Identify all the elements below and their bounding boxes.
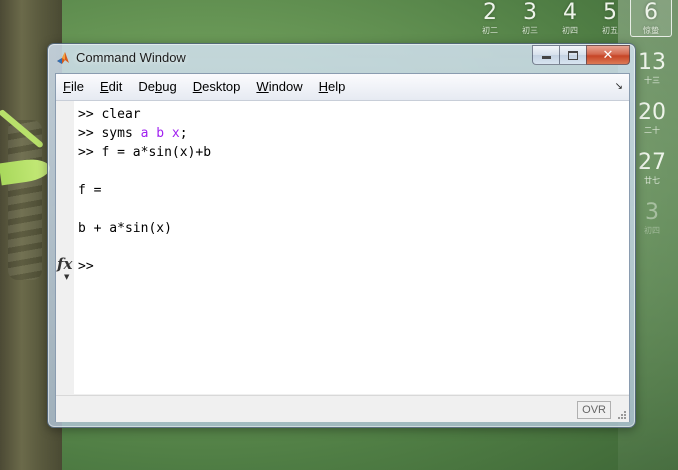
calendar-day[interactable]: 2 初二 <box>470 0 510 37</box>
menu-label: ug <box>162 79 177 94</box>
calendar-day[interactable]: 20 二十 <box>632 100 672 136</box>
calendar-day-number: 27 <box>638 150 666 175</box>
calendar-lunar-label: 二十 <box>644 126 660 135</box>
matlab-logo-icon <box>57 52 69 64</box>
resize-grip-icon[interactable] <box>617 410 627 420</box>
prompt: >> <box>78 145 102 160</box>
menu-help[interactable]: Help <box>311 74 354 100</box>
calendar-day-number: 6 <box>644 0 658 25</box>
menu-label: elp <box>328 79 346 94</box>
menu-label: indow <box>268 79 303 94</box>
calendar-gadget-top-row: 2 初二 3 初三 4 初四 5 初五 6 惊蛰 <box>470 0 672 37</box>
menu-label: esktop <box>202 79 241 94</box>
command-args: a b x <box>140 126 180 141</box>
calendar-day[interactable]: 4 初四 <box>550 0 590 37</box>
menu-edit[interactable]: Edit <box>92 74 130 100</box>
menu-file[interactable]: File <box>56 74 92 100</box>
minimize-icon <box>541 56 551 59</box>
calendar-day-number: 2 <box>483 0 497 25</box>
window-client-area: File Edit Debug Desktop Window Help ↘ fx… <box>55 73 630 422</box>
console-gutter: fx ▼ <box>56 101 74 394</box>
current-prompt[interactable]: >> <box>78 257 94 276</box>
function-browser-icon[interactable]: fx <box>57 255 72 273</box>
menu-accelerator: E <box>99 79 109 94</box>
minimize-button[interactable] <box>532 45 559 65</box>
dropdown-arrow-icon: ▼ <box>64 273 70 281</box>
calendar-lunar-label: 廿七 <box>644 176 660 185</box>
calendar-lunar-label: 初五 <box>602 26 618 35</box>
maximize-icon <box>568 50 578 60</box>
console-line: >> clear <box>78 105 141 124</box>
command-text: f = a*sin(x)+b <box>101 145 212 160</box>
calendar-day[interactable]: 13 十三 <box>632 50 672 86</box>
close-icon: ✕ <box>602 47 614 63</box>
command-text: syms <box>101 126 141 141</box>
console-line: >> syms a b x; <box>78 124 188 143</box>
calendar-day[interactable]: 3 初三 <box>510 0 550 37</box>
calendar-lunar-label: 惊蛰 <box>643 26 659 35</box>
menu-accelerator: H <box>318 79 329 94</box>
calendar-lunar-label: 初三 <box>522 26 538 35</box>
calendar-lunar-label: 初四 <box>644 226 660 235</box>
calendar-day-number: 3 <box>523 0 537 25</box>
command-console[interactable]: >> clear >> syms a b x; >> f = a*sin(x)+… <box>74 101 629 394</box>
calendar-lunar-label: 十三 <box>644 76 660 85</box>
calendar-lunar-label: 初二 <box>482 26 498 35</box>
result-name: f = <box>78 183 102 198</box>
calendar-day-number: 13 <box>638 50 666 75</box>
prompt: >> <box>78 107 102 122</box>
calendar-lunar-label: 初四 <box>562 26 578 35</box>
overwrite-indicator: OVR <box>577 401 611 419</box>
console-line: >> f = a*sin(x)+b <box>78 143 211 162</box>
menu-debug[interactable]: Debug <box>130 74 184 100</box>
menu-label: De <box>138 79 155 94</box>
menu-label: ile <box>70 79 84 94</box>
menu-accelerator: F <box>63 79 71 94</box>
undock-arrow-icon[interactable]: ↘ <box>615 81 623 92</box>
calendar-day-number: 5 <box>603 0 617 25</box>
calendar-day-number: 3 <box>645 200 659 225</box>
menu-label: dit <box>108 79 123 94</box>
close-button[interactable]: ✕ <box>586 45 630 65</box>
window-title: Command Window <box>76 50 186 65</box>
menu-accelerator: D <box>192 79 203 94</box>
command-window: Command Window ✕ File Edit Debug Desktop… <box>47 43 636 428</box>
command-text: clear <box>101 107 141 122</box>
calendar-day[interactable]: 5 初五 <box>590 0 630 37</box>
menu-accelerator: W <box>256 79 269 94</box>
result-value: b + a*sin(x) <box>78 221 172 236</box>
title-bar[interactable]: Command Window ✕ <box>48 44 635 72</box>
command-text: ; <box>179 126 188 141</box>
calendar-day-next-month[interactable]: 3 初四 <box>632 200 672 236</box>
maximize-button[interactable] <box>559 45 586 65</box>
menu-window[interactable]: Window <box>248 74 310 100</box>
caption-buttons: ✕ <box>532 45 630 65</box>
status-bar: OVR <box>56 395 629 422</box>
calendar-day-today[interactable]: 6 惊蛰 <box>630 0 672 37</box>
calendar-day[interactable]: 27 廿七 <box>632 150 672 186</box>
calendar-day-number: 20 <box>638 100 666 125</box>
menu-desktop[interactable]: Desktop <box>185 74 249 100</box>
prompt: >> <box>78 126 102 141</box>
calendar-day-number: 4 <box>563 0 577 25</box>
menu-bar: File Edit Debug Desktop Window Help ↘ <box>56 74 629 101</box>
